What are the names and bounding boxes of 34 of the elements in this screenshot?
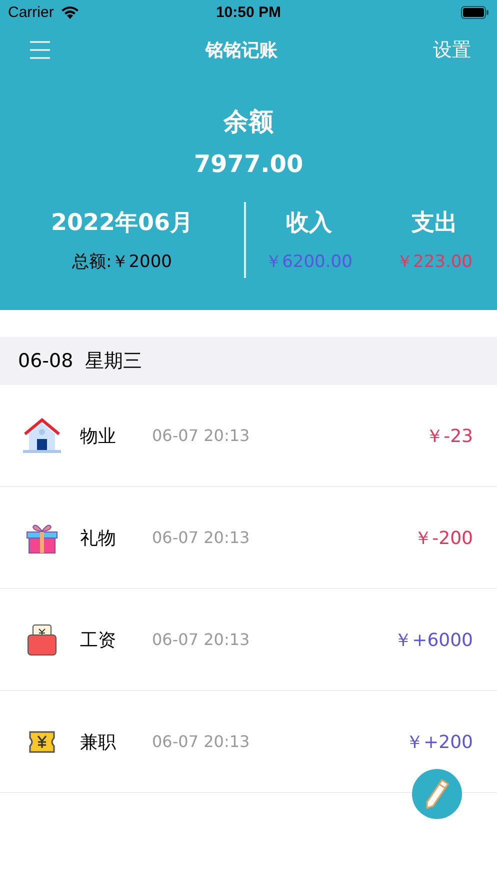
category-name: 兼职 [80, 730, 117, 754]
battery-icon [460, 6, 489, 19]
date-text: 06-08 [18, 350, 74, 372]
balance-label: 余额 [224, 106, 274, 138]
app-title: 铭铭记账 [206, 39, 278, 62]
carrier-name: Carrier [8, 4, 54, 21]
gift-icon [25, 522, 59, 554]
record-time: 06-07 20:13 [152, 732, 250, 751]
settings-button[interactable]: 设置 [433, 37, 471, 63]
status-time: 10:50 PM [216, 4, 282, 21]
category-name: 工资 [80, 628, 117, 652]
record-time: 06-07 20:13 [152, 630, 250, 649]
expense-label: 支出 [411, 209, 458, 238]
income-label: 收入 [286, 209, 332, 238]
wallet-icon [27, 624, 57, 656]
income-amount: ￥6200.00 [265, 251, 352, 273]
expense-amount: ￥223.00 [396, 251, 472, 273]
balance-amount: 7977.00 [194, 150, 304, 178]
record-time: 06-07 20:13 [152, 528, 250, 547]
ticket-icon [28, 730, 56, 754]
category-name: 物业 [80, 424, 117, 448]
category-name: 礼物 [80, 526, 117, 550]
record-amount: ￥-23 [426, 424, 473, 448]
record-time: 06-07 20:13 [152, 426, 250, 445]
record-amount: ￥+200 [406, 730, 473, 754]
wifi-icon [60, 6, 80, 20]
edit-button[interactable] [412, 769, 462, 819]
menu-icon[interactable] [30, 41, 50, 59]
total-amount: 总额:￥2000 [72, 251, 172, 273]
weekday-text: 星期三 [85, 349, 142, 374]
month-picker[interactable]: 2022年06月 [50, 207, 194, 238]
house-icon [23, 418, 61, 454]
record-amount: ￥+6000 [394, 628, 473, 652]
record-amount: ￥-200 [414, 526, 473, 550]
